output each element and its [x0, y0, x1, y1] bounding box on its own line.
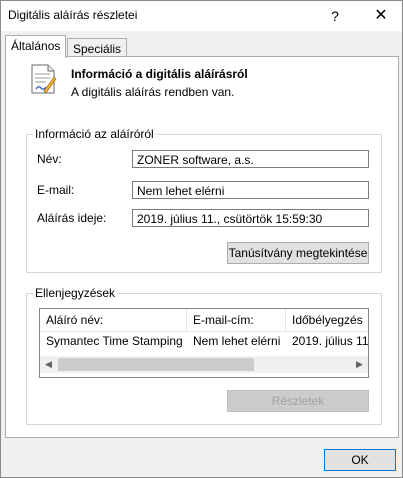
window-title: Digitális aláírás részletei — [8, 8, 138, 22]
cell-timestamp: 2019. július 11... — [292, 334, 368, 348]
cell-signer-name: Symantec Time Stamping ... — [46, 334, 186, 348]
countersignatures-list[interactable]: Aláíró név: E-mail-cím: Időbélyegzés Sym… — [39, 308, 369, 378]
dialog-window: Digitális aláírás részletei ? ✕ Általáno… — [0, 0, 403, 478]
tab-general[interactable]: Általános — [5, 35, 67, 58]
details-button[interactable]: Részletek — [227, 390, 369, 412]
name-label: Név: — [37, 152, 62, 166]
column-email[interactable]: E-mail-cím: — [187, 309, 285, 331]
scrollbar-thumb[interactable] — [58, 358, 254, 371]
scroll-left-icon[interactable]: ◀ — [40, 356, 57, 373]
horizontal-scrollbar[interactable]: ◀ ▶ — [40, 356, 368, 373]
document-signature-icon — [31, 64, 56, 94]
close-button[interactable]: ✕ — [361, 1, 401, 31]
scroll-right-icon[interactable]: ▶ — [351, 356, 368, 373]
countersignatures-group-label: Ellenjegyzések — [33, 286, 118, 300]
tab-bar: Általános Speciális — [1, 31, 402, 59]
signing-time-label: Aláírás ideje: — [37, 211, 107, 225]
email-label: E-mail: — [37, 183, 75, 197]
list-header: Aláíró név: E-mail-cím: Időbélyegzés — [40, 309, 368, 332]
title-bar: Digitális aláírás részletei ? ✕ — [1, 1, 402, 31]
ok-button[interactable]: OK — [324, 449, 396, 471]
signing-time-field[interactable]: 2019. július 11., csütörtök 15:59:30 — [132, 209, 369, 227]
help-button[interactable]: ? — [315, 1, 355, 31]
cell-email: Nem lehet elérni — [193, 334, 281, 348]
info-title: Információ a digitális aláírásról — [71, 67, 248, 81]
view-certificate-button[interactable]: Tanúsítvány megtekintése — [227, 242, 369, 264]
column-timestamp[interactable]: Időbélyegzés — [286, 309, 368, 331]
info-status: A digitális aláírás rendben van. — [71, 85, 235, 99]
signer-group-label: Információ az aláíróról — [33, 127, 156, 141]
table-row[interactable]: Symantec Time Stamping ... Nem lehet elé… — [40, 332, 368, 350]
name-field[interactable]: ZONER software, a.s. — [132, 150, 369, 168]
email-field[interactable]: Nem lehet elérni — [132, 181, 369, 199]
column-signer-name[interactable]: Aláíró név: — [40, 309, 186, 331]
